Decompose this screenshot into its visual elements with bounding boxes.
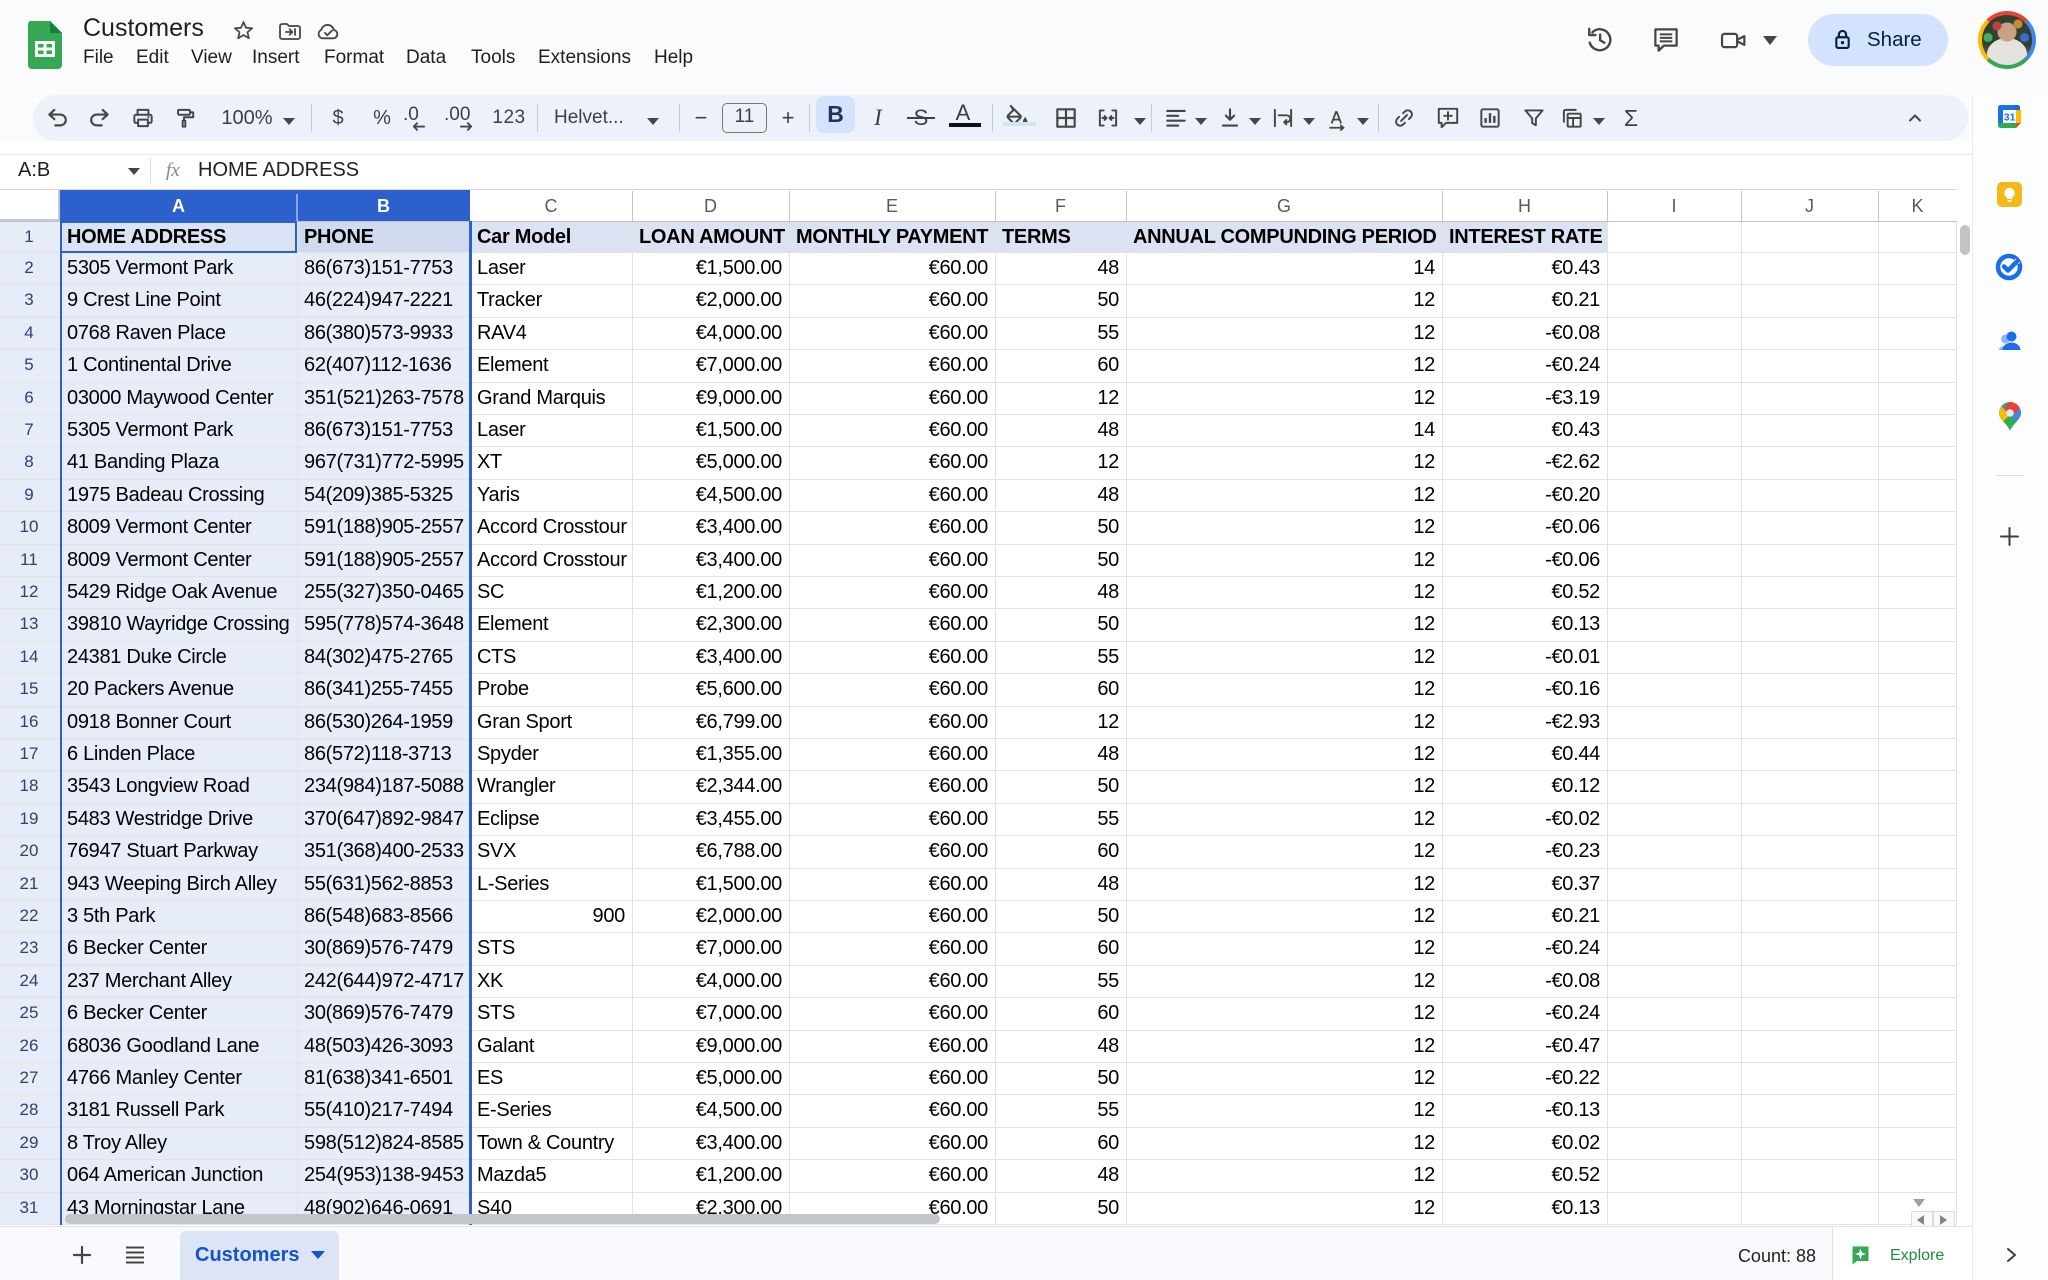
svg-text:31: 31 <box>2004 111 2016 123</box>
